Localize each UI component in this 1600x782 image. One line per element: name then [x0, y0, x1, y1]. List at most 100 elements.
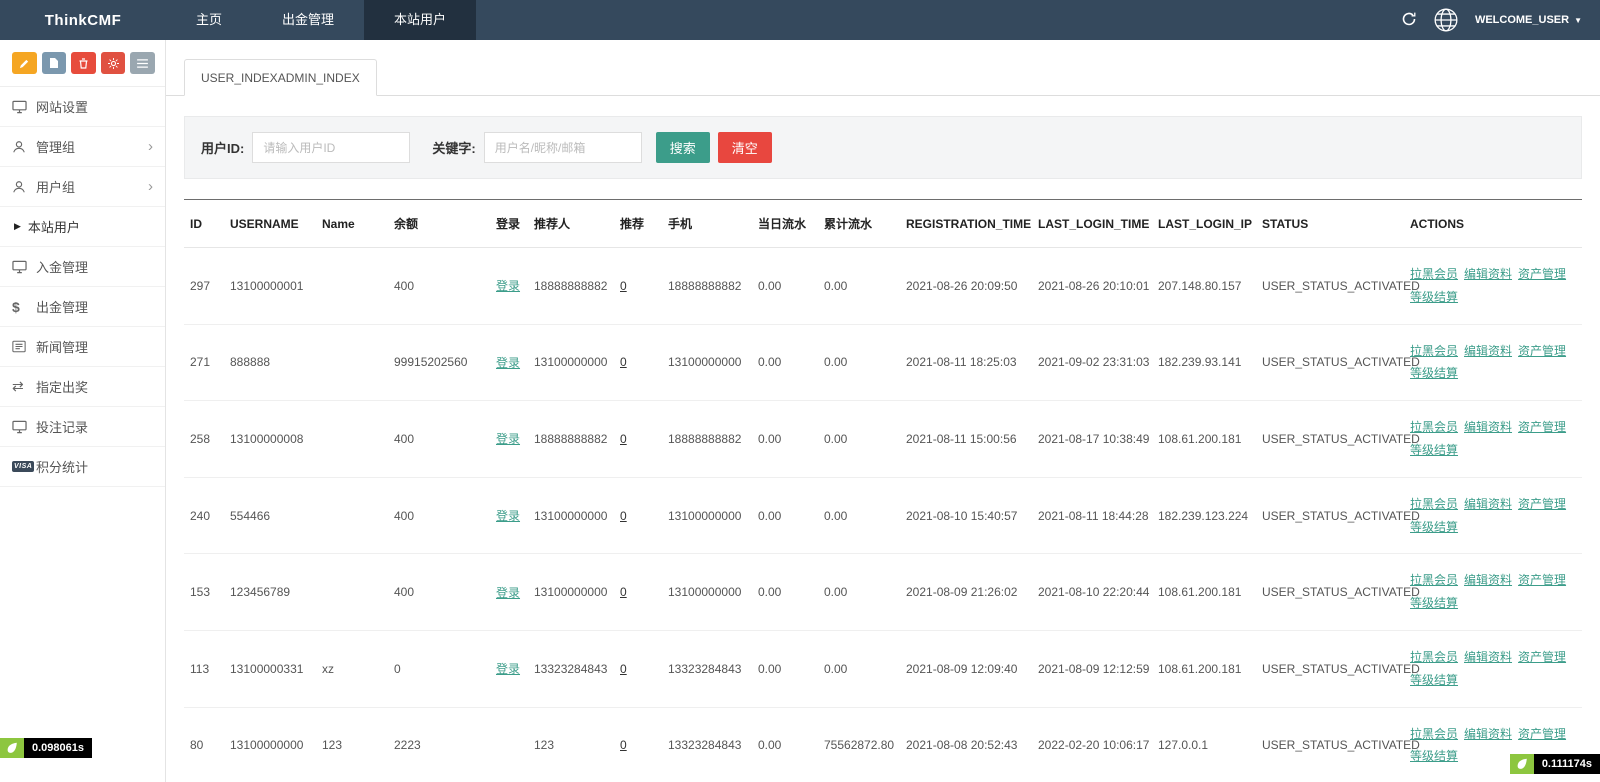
- brand-logo[interactable]: ThinkCMF: [0, 0, 166, 40]
- action-link[interactable]: 资产管理: [1518, 573, 1566, 587]
- action-link[interactable]: 拉黑会员: [1410, 420, 1458, 434]
- login-link[interactable]: 登录: [496, 586, 520, 600]
- action-link[interactable]: 等级结算: [1410, 443, 1458, 457]
- cell-login: [490, 707, 528, 782]
- cell-status: USER_STATUS_ACTIVATED: [1256, 247, 1420, 325]
- cell-registration-time: 2021-08-11 18:25:03: [900, 324, 1032, 402]
- cell-username: 123456789: [224, 553, 316, 631]
- login-link[interactable]: 登录: [496, 356, 520, 370]
- clear-button[interactable]: 清空: [717, 132, 772, 163]
- action-link[interactable]: 等级结算: [1410, 673, 1458, 687]
- gear-button[interactable]: [100, 52, 126, 74]
- sidebar-item-label: 管理组: [36, 140, 76, 155]
- cell-referrer: 18888888882: [528, 247, 614, 325]
- refresh-icon: [1401, 11, 1417, 30]
- cell-phone: 18888888882: [662, 400, 752, 478]
- action-link[interactable]: 编辑资料: [1464, 420, 1512, 434]
- caret-down-icon: ▼: [1574, 15, 1582, 25]
- sidebar-item-label: 本站用户: [27, 220, 80, 235]
- cell-username: 13100000331: [224, 630, 316, 708]
- action-link[interactable]: 拉黑会员: [1410, 497, 1458, 511]
- sidebar-item-bet-records[interactable]: 投注记录: [0, 407, 165, 447]
- referrals-link[interactable]: 0: [620, 662, 627, 676]
- login-link[interactable]: 登录: [496, 662, 520, 676]
- topbar-right: WELCOME_USER ▼: [1401, 0, 1600, 40]
- action-link[interactable]: 编辑资料: [1464, 573, 1512, 587]
- referrals-link[interactable]: 0: [620, 738, 627, 752]
- user-id-input[interactable]: [252, 132, 411, 163]
- cell-actions: 拉黑会员 编辑资料 资产管理等级结算: [1404, 247, 1582, 325]
- file-icon: [49, 57, 59, 69]
- referrals-link[interactable]: 0: [620, 432, 627, 446]
- list-button[interactable]: [130, 52, 155, 74]
- sidebar-item-user-group[interactable]: 用户组 ›: [0, 167, 165, 207]
- cell-name: [316, 553, 388, 631]
- action-link[interactable]: 拉黑会员: [1410, 650, 1458, 664]
- sidebar-item-admin-group[interactable]: 管理组 ›: [0, 127, 165, 167]
- perf-time-left: 0.098061s: [24, 738, 92, 758]
- user-menu[interactable]: WELCOME_USER ▼: [1475, 14, 1582, 26]
- action-link[interactable]: 资产管理: [1518, 420, 1566, 434]
- login-link[interactable]: 登录: [496, 509, 520, 523]
- sidebar-item-withdraw[interactable]: $ 出金管理: [0, 287, 165, 327]
- sidebar-item-site-users[interactable]: ▶ 本站用户: [0, 207, 165, 247]
- sidebar-item-label: 指定出奖: [36, 380, 89, 395]
- action-link[interactable]: 资产管理: [1518, 727, 1566, 741]
- refresh-button[interactable]: [1401, 11, 1417, 30]
- trash-button[interactable]: [71, 52, 96, 74]
- action-link[interactable]: 等级结算: [1410, 749, 1458, 763]
- action-link[interactable]: 资产管理: [1518, 497, 1566, 511]
- column-header: ACTIONS: [1404, 199, 1582, 248]
- cell-last-login-ip: 127.0.0.1: [1152, 707, 1256, 782]
- cell-daily-flow: 0.00: [752, 247, 818, 325]
- action-link[interactable]: 编辑资料: [1464, 344, 1512, 358]
- action-link[interactable]: 等级结算: [1410, 596, 1458, 610]
- cell-registration-time: 2021-08-11 15:00:56: [900, 400, 1032, 478]
- column-header: 登录: [490, 199, 528, 248]
- action-link[interactable]: 编辑资料: [1464, 497, 1512, 511]
- search-button[interactable]: 搜索: [655, 132, 710, 163]
- pencil-button[interactable]: [12, 52, 37, 74]
- filter-panel: 用户ID: 关键字: 搜索 清空: [184, 116, 1582, 179]
- action-link[interactable]: 拉黑会员: [1410, 344, 1458, 358]
- cell-balance: 400: [388, 553, 490, 631]
- action-link[interactable]: 编辑资料: [1464, 727, 1512, 741]
- action-link[interactable]: 资产管理: [1518, 650, 1566, 664]
- action-link[interactable]: 资产管理: [1518, 344, 1566, 358]
- referrals-link[interactable]: 0: [620, 279, 627, 293]
- action-link[interactable]: 等级结算: [1410, 520, 1458, 534]
- action-link[interactable]: 拉黑会员: [1410, 727, 1458, 741]
- topnav-item-site-users[interactable]: 本站用户: [364, 0, 477, 40]
- cell-total-flow: 0.00: [818, 630, 900, 708]
- cell-status: USER_STATUS_ACTIVATED: [1256, 477, 1420, 555]
- tab-user-index[interactable]: USER_INDEXADMIN_INDEX: [184, 59, 377, 96]
- action-link[interactable]: 等级结算: [1410, 366, 1458, 380]
- sidebar-item-draw-control[interactable]: ⇄ 指定出奖: [0, 367, 165, 407]
- topnav-item-home[interactable]: 主页: [166, 0, 252, 40]
- file-button[interactable]: [41, 52, 67, 74]
- sidebar-item-label: 用户组: [36, 180, 76, 195]
- sidebar-item-news[interactable]: 新闻管理: [0, 327, 165, 367]
- column-header: REGISTRATION_TIME: [900, 199, 1032, 248]
- keyword-input[interactable]: [483, 132, 642, 163]
- action-link[interactable]: 编辑资料: [1464, 650, 1512, 664]
- sidebar-item-deposit[interactable]: 入金管理: [0, 247, 165, 287]
- referrals-link[interactable]: 0: [620, 585, 627, 599]
- sidebar-toolbar: [0, 40, 165, 87]
- action-link[interactable]: 拉黑会员: [1410, 573, 1458, 587]
- referrals-link[interactable]: 0: [620, 509, 627, 523]
- sidebar-item-points-stats[interactable]: VISA 积分统计: [0, 447, 165, 487]
- action-link[interactable]: 拉黑会员: [1410, 267, 1458, 281]
- topnav-item-withdraw[interactable]: 出金管理: [252, 0, 364, 40]
- cell-balance: 400: [388, 247, 490, 325]
- login-link[interactable]: 登录: [496, 279, 520, 293]
- login-link[interactable]: 登录: [496, 432, 520, 446]
- visa-icon: VISA: [12, 461, 35, 472]
- sidebar-item-site-settings[interactable]: 网站设置: [0, 87, 165, 127]
- action-link[interactable]: 资产管理: [1518, 267, 1566, 281]
- action-link[interactable]: 等级结算: [1410, 290, 1458, 304]
- globe-avatar-icon[interactable]: [1433, 7, 1459, 33]
- referrals-link[interactable]: 0: [620, 355, 627, 369]
- actions-box: 拉黑会员 编辑资料 资产管理等级结算: [1410, 493, 1576, 539]
- action-link[interactable]: 编辑资料: [1464, 267, 1512, 281]
